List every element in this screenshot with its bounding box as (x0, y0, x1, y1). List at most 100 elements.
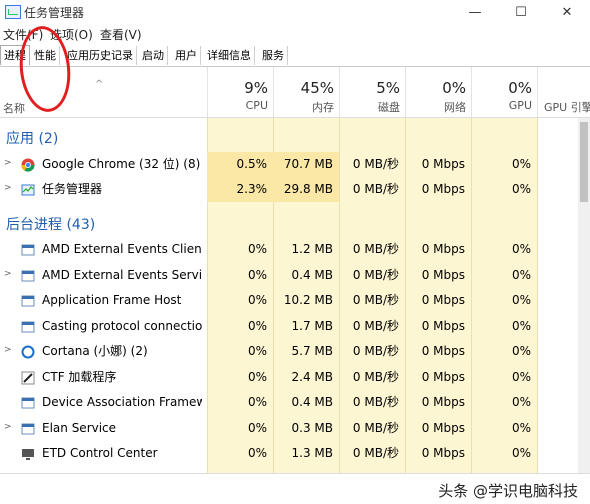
table-row[interactable]: CTF 加载程序 0% 2.4 MB 0 MB/秒 0 Mbps 0% (0, 365, 578, 390)
cell-mem: 1.3 MB (291, 446, 333, 460)
app-window-icon (21, 421, 35, 435)
table-row[interactable]: > AMD External Events Service... 0% 0.4 MB 0… (0, 263, 578, 288)
cell-gpu: 0% (511, 242, 531, 256)
process-name: Casting protocol connection ... (42, 318, 202, 333)
footer: 头条 @学识电脑科技 (0, 473, 590, 504)
table-row[interactable]: > 任务管理器 2.3% 29.8 MB 0 MB/秒 0 Mbps 0% (0, 177, 578, 202)
cell-net: 0 Mbps (421, 267, 465, 282)
pen-icon (21, 370, 35, 384)
gpu-label: GPU (508, 99, 532, 112)
cell-gpu: 0% (511, 267, 531, 282)
cell-mem: 70.7 MB (273, 152, 339, 177)
cell-mem: 2.4 MB (291, 369, 333, 384)
task-manager-icon (21, 182, 35, 196)
cpu-total: 9% (244, 79, 268, 97)
column-network[interactable]: 0% 网络 (405, 67, 472, 117)
cell-mem: 5.7 MB (291, 344, 333, 358)
cell-cpu: 0% (247, 446, 267, 460)
table-row[interactable]: Casting protocol connection ... 0% 1.7 MB 0… (0, 314, 578, 339)
cell-gpu: 0% (511, 395, 531, 409)
minimize-button[interactable]: — (452, 0, 498, 24)
column-gpu-engine[interactable]: GPU 引擎 (537, 67, 590, 117)
column-disk[interactable]: 5% 磁盘 (339, 67, 406, 117)
tab-users[interactable]: 用户 (172, 46, 201, 65)
sort-arrow-icon: ^ (95, 79, 104, 90)
cell-disk: 0 MB/秒 (352, 318, 399, 333)
column-name[interactable]: 名称 (3, 100, 25, 116)
task-manager-icon (5, 5, 21, 19)
cell-net: 0 Mbps (421, 420, 465, 435)
cortana-icon (21, 344, 35, 359)
cell-net: 0 Mbps (421, 157, 465, 171)
cell-mem: 1.2 MB (291, 242, 333, 256)
cell-cpu: 0% (247, 344, 267, 358)
process-name: Application Frame Host (42, 293, 182, 307)
tab-details[interactable]: 详细信息 (204, 46, 255, 65)
table-row[interactable]: Device Association Framewo... 0% 0.4 MB 0 M… (0, 390, 578, 415)
app-window-icon (21, 319, 35, 333)
expand-chevron-icon[interactable]: > (4, 158, 12, 168)
cell-mem: 29.8 MB (273, 177, 339, 202)
network-total: 0% (442, 79, 466, 97)
chrome-icon (21, 157, 35, 172)
column-header: ^ 名称 9% CPU 45% 内存 5% 磁盘 0% 网络 0% GPU GP… (0, 67, 590, 118)
table-row[interactable]: Application Frame Host 0% 10.2 MB 0 MB/秒 0 M… (0, 288, 578, 313)
memory-total: 45% (300, 79, 334, 97)
scrollbar-thumb[interactable] (580, 122, 588, 202)
column-memory[interactable]: 45% 内存 (273, 67, 340, 117)
cell-cpu: 0% (247, 395, 267, 409)
maximize-button[interactable]: ☐ (498, 0, 544, 24)
expand-chevron-icon[interactable]: > (4, 345, 12, 355)
cell-mem: 1.7 MB (291, 318, 333, 333)
process-list: 应用 (2) > Google Chrome (32 位) (8) 0.5% 70.7 … (0, 118, 590, 473)
table-row[interactable]: > Google Chrome (32 位) (8) 0.5% 70.7 MB 0 MB… (0, 152, 578, 177)
process-name: 任务管理器 (42, 182, 103, 196)
cell-net: 0 Mbps (421, 395, 465, 409)
table-row[interactable]: > Cortana (小娜) (2) 0% 5.7 MB 0 MB/秒 0 Mbps 0% (0, 339, 578, 364)
cell-disk: 0 MB/秒 (352, 395, 399, 409)
tab-startup[interactable]: 启动 (139, 46, 168, 65)
column-gpu[interactable]: 0% GPU (471, 67, 538, 117)
menu-bar: 文件(F) 选项(O) 查看(V) (0, 24, 590, 44)
cell-disk: 0 MB/秒 (352, 182, 399, 196)
cell-gpu: 0% (511, 344, 531, 358)
app-window-icon (21, 268, 35, 282)
cell-cpu: 0% (247, 369, 267, 384)
cell-mem: 10.2 MB (283, 293, 333, 307)
process-name: ETD Control Center (42, 446, 158, 460)
cell-net: 0 Mbps (421, 182, 465, 196)
cell-gpu: 0% (511, 182, 531, 196)
cell-net: 0 Mbps (421, 369, 465, 384)
cell-disk: 0 MB/秒 (352, 420, 399, 435)
expand-chevron-icon[interactable]: > (4, 269, 12, 279)
app-window-icon (21, 395, 35, 409)
memory-label: 内存 (312, 101, 334, 114)
process-name: AMD External Events Client ... (42, 242, 202, 256)
cpu-label: CPU (245, 99, 268, 112)
tab-services[interactable]: 服务 (259, 46, 288, 65)
group-background-processes[interactable]: 后台进程 (43) (6, 214, 95, 234)
vertical-scrollbar[interactable] (578, 118, 590, 473)
expand-chevron-icon[interactable]: > (4, 183, 12, 193)
close-button[interactable]: ✕ (544, 0, 590, 24)
cell-gpu: 0% (511, 157, 531, 171)
cell-cpu: 0% (247, 242, 267, 256)
gpu-engine-label: GPU 引擎 (544, 101, 590, 114)
cell-net: 0 Mbps (421, 344, 465, 358)
title-bar: 任务管理器 — ☐ ✕ (0, 0, 590, 24)
table-row[interactable]: AMD External Events Client ... 0% 1.2 MB 0 … (0, 237, 578, 262)
group-apps[interactable]: 应用 (2) (6, 128, 58, 148)
menu-view[interactable]: 查看(V) (100, 26, 142, 43)
expand-chevron-icon[interactable]: > (4, 422, 12, 432)
table-row[interactable]: ETD Control Center 0% 1.3 MB 0 MB/秒 0 Mbps 0% (0, 441, 578, 466)
cell-mem: 0.4 MB (291, 395, 333, 409)
cell-disk: 0 MB/秒 (352, 344, 399, 358)
tab-app-history[interactable]: 应用历史记录 (64, 46, 137, 65)
cell-gpu: 0% (511, 420, 531, 435)
process-name: Cortana (小娜) (2) (42, 344, 148, 358)
cell-cpu: 2.3% (207, 177, 273, 202)
table-row[interactable]: > Elan Service 0% 0.3 MB 0 MB/秒 0 Mbps 0% (0, 416, 578, 441)
process-name: Elan Service (42, 420, 117, 435)
process-name: Device Association Framewo... (42, 395, 202, 409)
column-cpu[interactable]: 9% CPU (207, 67, 274, 117)
